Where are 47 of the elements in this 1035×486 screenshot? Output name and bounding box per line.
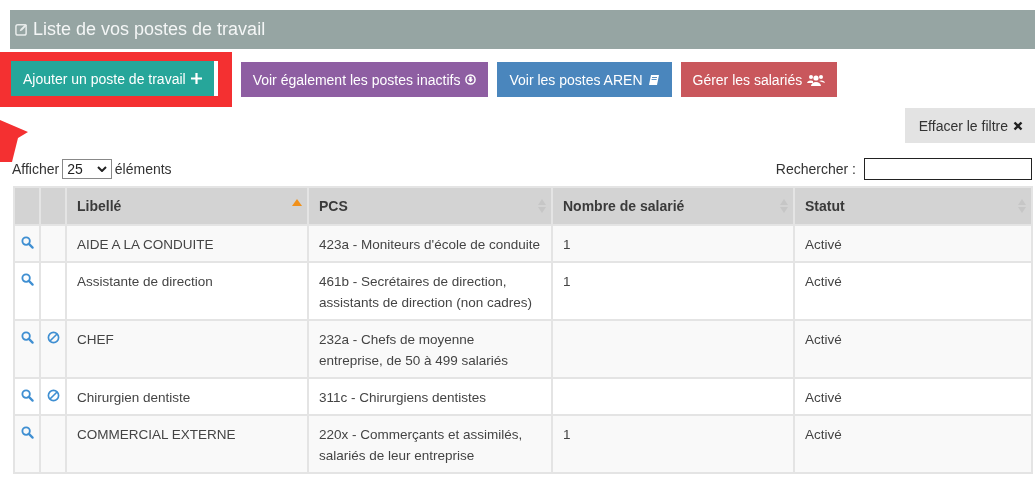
table-cell: CHEF	[77, 332, 114, 347]
search-label: Rechercher :	[775, 161, 856, 177]
search-icon[interactable]	[20, 236, 34, 249]
column-header[interactable]: Statut	[794, 187, 1032, 225]
table-cell: 423a - Moniteurs d'école de conduite	[319, 237, 540, 252]
action-button[interactable]: Voir les postes AREN	[497, 62, 672, 97]
book-icon	[647, 73, 660, 86]
table-cell: 1	[563, 274, 571, 289]
search-icon[interactable]	[20, 273, 34, 286]
users-icon	[807, 73, 826, 86]
column-header[interactable]: Libellé	[66, 187, 308, 225]
search-icon[interactable]	[20, 389, 34, 402]
edit-icon	[15, 23, 28, 36]
clear-filter-button[interactable]: Effacer le filtre	[904, 108, 1035, 143]
entries-label: éléments	[114, 161, 172, 177]
table-cell: Activé	[805, 332, 842, 347]
table-cell: 232a - Chefs de moyenne entreprise, de 50 à 499 salariés	[319, 332, 509, 368]
table-cell: Assistante de direction	[77, 274, 213, 289]
action-button[interactable]: Gérer les salariés	[680, 62, 838, 97]
show-label: Afficher	[12, 161, 60, 177]
table-cell: 311c - Chirurgiens dentistes	[319, 390, 487, 405]
table-cell: Activé	[805, 427, 842, 442]
ban-icon[interactable]	[46, 389, 60, 402]
panel-title: Liste de vos postes de travail	[33, 19, 266, 40]
table-cell: 220x - Commerçants et assimilés, salariés de leur entreprise	[319, 427, 523, 463]
table-cell: 1	[563, 237, 571, 252]
column-header[interactable]: PCS	[308, 187, 552, 225]
table-cell: Chirurgien dentiste	[77, 390, 191, 405]
close-icon	[1013, 120, 1023, 131]
search-icon[interactable]	[20, 331, 34, 344]
table-cell: Activé	[805, 274, 842, 289]
table-cell: 461b - Secrétaires de direction, assistants de direction (non cadres)	[319, 274, 533, 310]
table-cell: Activé	[805, 237, 842, 252]
search-icon[interactable]	[20, 426, 34, 439]
ban-icon[interactable]	[46, 331, 60, 344]
chevron-down-icon	[96, 166, 107, 172]
table-cell: 1	[563, 427, 571, 442]
arrow-drawing	[0, 118, 30, 163]
plus-icon	[190, 73, 202, 84]
column-header[interactable]: Nombre de salarié	[552, 187, 794, 225]
table-cell: AIDE A LA CONDUITE	[77, 237, 214, 252]
action-button[interactable]: Voir également les postes inactifs	[240, 62, 489, 97]
table-cell: Activé	[805, 390, 842, 405]
table-cell: COMMERCIAL EXTERNE	[77, 427, 236, 442]
page-size-select[interactable]: 25	[62, 159, 112, 179]
download-circle-icon	[465, 74, 477, 85]
search-field[interactable]	[864, 158, 1032, 180]
